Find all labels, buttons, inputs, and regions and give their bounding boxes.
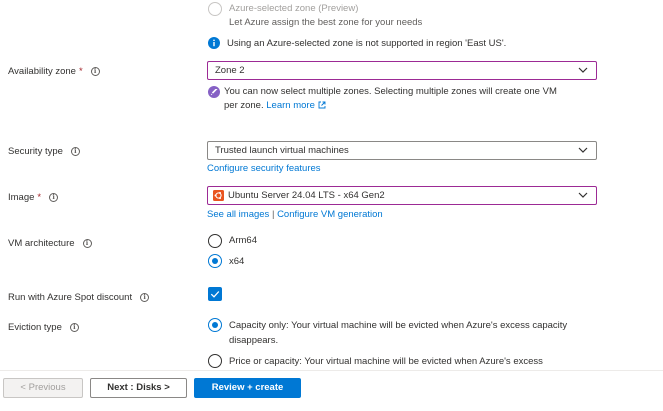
azure-selected-zone-radio[interactable] (208, 2, 222, 16)
chevron-down-icon (578, 192, 588, 198)
eviction-type-label-text: Eviction type (8, 322, 62, 333)
ubuntu-logo-icon (213, 190, 224, 201)
required-asterisk: * (78, 66, 83, 77)
link-separator: | (271, 209, 275, 220)
external-link-icon (318, 101, 326, 109)
image-dropdown[interactable]: Ubuntu Server 24.04 LTS - x64 Gen2 (207, 186, 597, 205)
arm64-label: Arm64 (229, 235, 257, 246)
zone-not-supported-notice: Using an Azure-selected zone is not supp… (227, 38, 507, 49)
info-icon[interactable]: i (140, 293, 150, 302)
security-type-dropdown[interactable]: Trusted launch virtual machines (207, 141, 597, 160)
spot-discount-label-text: Run with Azure Spot discount (8, 292, 133, 303)
arm64-radio[interactable] (208, 234, 222, 248)
checkmark-icon (210, 291, 220, 298)
availability-zone-dropdown[interactable]: Zone 2 (207, 61, 597, 80)
security-type-label-text: Security type (8, 146, 63, 157)
multi-zone-notice-line2-text: per zone. (224, 100, 264, 111)
chevron-down-icon (578, 147, 588, 153)
chevron-down-icon (578, 67, 588, 73)
availability-zone-label: Availability zone * i (8, 66, 100, 77)
image-links: See all images | Configure VM generation (207, 209, 383, 220)
next-disks-button[interactable]: Next : Disks > (90, 378, 187, 398)
configure-vm-generation-link[interactable]: Configure VM generation (277, 209, 383, 220)
image-label: Image * i (8, 192, 59, 203)
multi-zone-notice: You can now select multiple zones. Selec… (224, 86, 557, 97)
spot-discount-checkbox[interactable] (208, 287, 222, 301)
x64-radio[interactable] (208, 254, 222, 268)
info-icon[interactable]: i (82, 239, 92, 248)
required-asterisk: * (37, 192, 42, 203)
security-type-value: Trusted launch virtual machines (215, 145, 349, 156)
multi-zone-notice-line2: per zone. Learn more (224, 100, 326, 111)
info-icon[interactable]: i (90, 67, 100, 76)
eviction-capacity-only-label: Capacity only: Your virtual machine will… (229, 320, 568, 331)
eviction-capacity-only-radio[interactable] (208, 318, 222, 332)
learn-more-link[interactable]: Learn more (266, 100, 315, 111)
info-icon[interactable]: i (69, 323, 79, 332)
configure-security-features-link[interactable]: Configure security features (207, 163, 321, 174)
previous-button[interactable]: < Previous (3, 378, 83, 398)
info-icon[interactable]: i (70, 147, 80, 156)
security-type-label: Security type i (8, 146, 80, 157)
review-create-button[interactable]: Review + create (194, 378, 301, 398)
footer-bar: < Previous Next : Disks > Review + creat… (0, 370, 663, 411)
azure-selected-zone-desc: Let Azure assign the best zone for your … (229, 17, 423, 28)
info-icon[interactable]: i (49, 193, 59, 202)
image-label-text: Image (8, 192, 35, 203)
vm-architecture-label: VM architecture i (8, 238, 92, 249)
eviction-capacity-only-label-line2: disappears. (229, 335, 279, 346)
availability-zone-label-text: Availability zone (8, 66, 76, 77)
vm-architecture-label-text: VM architecture (8, 238, 75, 249)
eviction-type-label: Eviction type i (8, 322, 79, 333)
x64-label: x64 (229, 256, 245, 267)
azure-selected-zone-label: Azure-selected zone (Preview) (229, 3, 359, 14)
spot-discount-label: Run with Azure Spot discount i (8, 292, 150, 303)
eviction-price-or-capacity-radio[interactable] (208, 354, 222, 368)
availability-zone-value: Zone 2 (215, 65, 245, 76)
eviction-price-or-capacity-label: Price or capacity: Your virtual machine … (229, 356, 543, 367)
rocket-icon (208, 86, 220, 98)
info-filled-icon (208, 37, 220, 49)
see-all-images-link[interactable]: See all images (207, 209, 269, 220)
image-value: Ubuntu Server 24.04 LTS - x64 Gen2 (228, 190, 385, 201)
